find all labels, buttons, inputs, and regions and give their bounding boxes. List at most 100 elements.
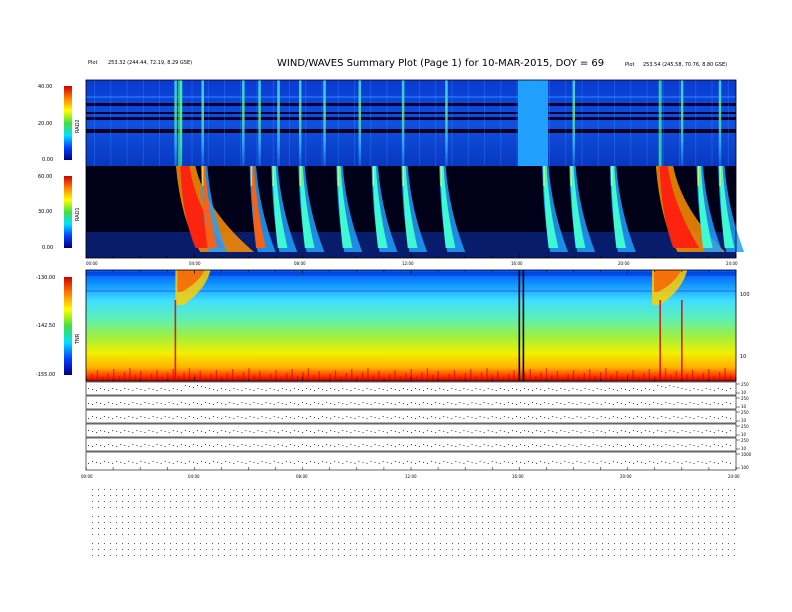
footer-dot	[536, 528, 537, 529]
footer-dot	[248, 507, 249, 508]
footer-dot	[170, 543, 171, 544]
footer-dot	[524, 501, 525, 502]
footer-dot	[452, 522, 453, 523]
footer-dot	[242, 534, 243, 535]
footer-dot	[674, 543, 675, 544]
footer-dot	[164, 522, 165, 523]
footer-dot	[398, 495, 399, 496]
footer-dot	[182, 501, 183, 502]
footer-dot	[158, 516, 159, 517]
footer-dot	[512, 489, 513, 490]
footer-dot	[224, 507, 225, 508]
footer-dot	[686, 543, 687, 544]
footer-dot	[206, 507, 207, 508]
footer-dot	[470, 549, 471, 550]
footer-dot	[410, 495, 411, 496]
footer-dot	[140, 522, 141, 523]
footer-dot	[164, 516, 165, 517]
footer-dot	[356, 507, 357, 508]
footer-dot	[338, 555, 339, 556]
footer-dot	[440, 522, 441, 523]
footer-dot	[356, 543, 357, 544]
footer-dot	[284, 495, 285, 496]
footer-dot	[650, 534, 651, 535]
footer-dot	[500, 501, 501, 502]
footer-dot	[326, 555, 327, 556]
footer-dot	[584, 528, 585, 529]
footer-dot	[104, 528, 105, 529]
footer-dot	[602, 516, 603, 517]
footer-dot	[686, 522, 687, 523]
footer-dot	[146, 522, 147, 523]
footer-dot	[182, 534, 183, 535]
footer-dot	[698, 543, 699, 544]
footer-dot	[182, 528, 183, 529]
footer-dot	[230, 507, 231, 508]
footer-dot	[122, 555, 123, 556]
footer-dot	[734, 534, 735, 535]
footer-dot	[236, 543, 237, 544]
footer-dot	[128, 534, 129, 535]
footer-dot	[194, 516, 195, 517]
footer-dot	[494, 549, 495, 550]
footer-dot	[176, 555, 177, 556]
footer-dot	[278, 489, 279, 490]
footer-dot	[122, 507, 123, 508]
footer-dot	[188, 522, 189, 523]
footer-dot	[416, 489, 417, 490]
footer-dot	[266, 495, 267, 496]
footer-dot	[446, 495, 447, 496]
footer-dot	[734, 501, 735, 502]
footer-dot	[620, 489, 621, 490]
footer-dot	[728, 516, 729, 517]
footer-dot	[626, 495, 627, 496]
footer-dot	[518, 501, 519, 502]
footer-dot	[620, 549, 621, 550]
footer-dot	[194, 507, 195, 508]
footer-dot	[422, 534, 423, 535]
footer-dot	[500, 528, 501, 529]
footer-dot	[320, 507, 321, 508]
footer-dot	[296, 501, 297, 502]
footer-dot	[284, 543, 285, 544]
footer-dot	[590, 516, 591, 517]
footer-dot	[290, 528, 291, 529]
footer-dot	[578, 555, 579, 556]
footer-dot	[392, 501, 393, 502]
footer-dot	[518, 516, 519, 517]
footer-dot	[710, 489, 711, 490]
footer-dot	[356, 534, 357, 535]
footer-dot	[134, 522, 135, 523]
footer-dot	[218, 489, 219, 490]
footer-dot	[128, 489, 129, 490]
footer-dot	[536, 543, 537, 544]
footer-dot	[110, 516, 111, 517]
footer-dot	[164, 501, 165, 502]
footer-dot	[620, 528, 621, 529]
footer-dot	[554, 507, 555, 508]
footer-dot	[362, 507, 363, 508]
footer-dot	[176, 507, 177, 508]
footer-dot	[470, 534, 471, 535]
footer-dot	[398, 507, 399, 508]
footer-dot	[104, 555, 105, 556]
footer-dot	[146, 489, 147, 490]
footer-dot	[200, 528, 201, 529]
footer-dot	[200, 489, 201, 490]
footer-dot	[260, 507, 261, 508]
footer-dot	[254, 495, 255, 496]
footer-dot	[512, 555, 513, 556]
footer-dot	[596, 549, 597, 550]
footer-dot	[182, 543, 183, 544]
footer-dot	[650, 495, 651, 496]
footer-dot	[308, 495, 309, 496]
footer-dot	[692, 522, 693, 523]
footer-dot	[692, 534, 693, 535]
footer-dot	[722, 528, 723, 529]
footer-dot	[572, 489, 573, 490]
footer-dot	[530, 543, 531, 544]
footer-dot	[182, 507, 183, 508]
footer-dot	[488, 501, 489, 502]
footer-dot	[302, 555, 303, 556]
footer-dot	[488, 543, 489, 544]
